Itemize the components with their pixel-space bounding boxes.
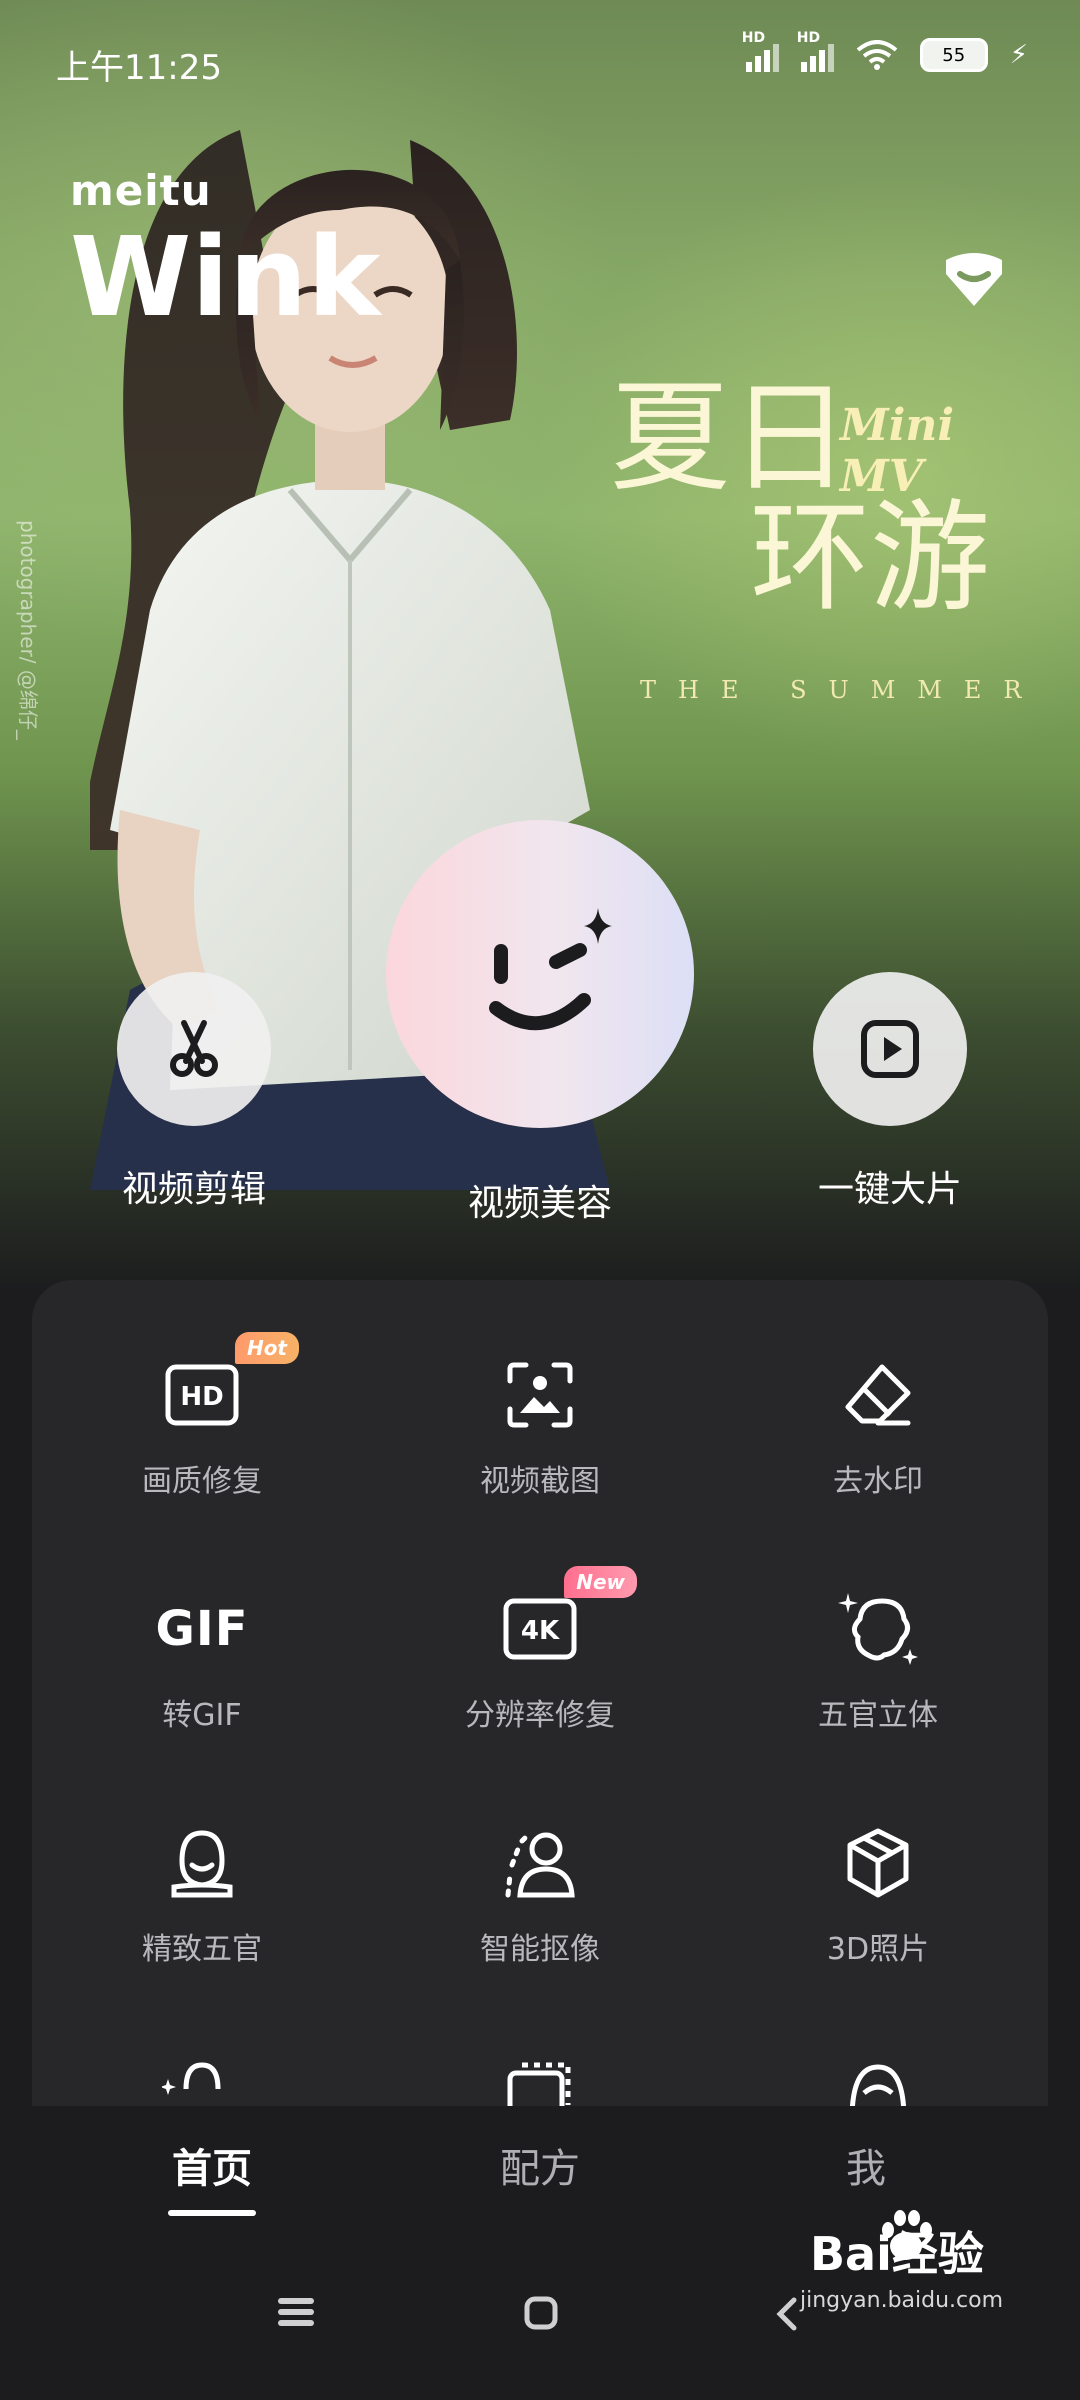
tab-recipes[interactable]: 配方 xyxy=(440,2136,640,2194)
signal-icon: HD xyxy=(797,30,834,72)
signal-icon: HD xyxy=(742,30,779,72)
face-contour-icon xyxy=(833,1584,923,1674)
gif-icon: GIF xyxy=(155,1584,249,1674)
tool-3d-photo[interactable]: 3D照片 xyxy=(748,1818,1008,1968)
charging-icon: ⚡ xyxy=(1009,40,1028,70)
tab-home[interactable]: 首页 xyxy=(112,2136,312,2194)
battery-icon: 55 xyxy=(919,38,988,72)
watermark-text: Bai经验 xyxy=(810,2227,984,2281)
hero-banner[interactable]: 上午11:25 HD HD 55 ⚡ meitu Wink 夏日 Mini MV… xyxy=(0,0,1080,1290)
tool-label: 分辨率修复 xyxy=(465,1698,615,1733)
watermark-url: jingyan.baidu.com xyxy=(800,2288,1004,2313)
status-bar: 上午11:25 HD HD 55 ⚡ xyxy=(0,0,1080,120)
photographer-credit: photographer/ @绵仔_ xyxy=(16,520,40,740)
screenshot-icon xyxy=(495,1350,585,1440)
logo-meitu: meitu xyxy=(70,166,212,215)
tool-label: 去水印 xyxy=(833,1464,923,1499)
promo-title: 夏日 Mini MV 环游 THE SUMMER xyxy=(610,340,1050,720)
promo-line2: 环游 xyxy=(750,489,990,628)
wink-face-icon xyxy=(489,908,612,1031)
wifi-icon xyxy=(856,40,898,70)
menu-nav-button[interactable] xyxy=(278,2296,314,2328)
video-edit-button[interactable]: 视频剪辑 xyxy=(96,972,292,1212)
hot-badge: Hot xyxy=(234,1332,299,1364)
tool-resolution-repair[interactable]: 4K New 分辨率修复 xyxy=(410,1566,670,1734)
tool-refine-features[interactable]: 精致五官 xyxy=(72,1818,332,1968)
tab-me[interactable]: 我 xyxy=(766,2136,966,2194)
hd-label: HD xyxy=(741,30,766,46)
tool-watermark-removal[interactable]: 去水印 xyxy=(748,1350,1008,1500)
tool-label: 转GIF xyxy=(162,1698,242,1733)
play-icon xyxy=(861,1020,919,1078)
video-beauty-button[interactable]: 视频美容 xyxy=(386,820,694,1226)
gif-icon-text: GIF xyxy=(155,1601,249,1657)
one-click-film-button[interactable]: 一键大片 xyxy=(792,972,988,1212)
tool-label: 画质修复 xyxy=(142,1464,262,1499)
tool-quality-repair[interactable]: HD Hot 画质修复 xyxy=(72,1332,332,1500)
tool-label: 3D照片 xyxy=(826,1932,930,1967)
one-click-film-circle[interactable] xyxy=(813,972,967,1126)
video-beauty-circle[interactable] xyxy=(386,820,694,1128)
tool-to-gif[interactable]: GIF 转GIF xyxy=(72,1584,332,1734)
tool-label: 智能抠像 xyxy=(480,1932,600,1967)
app-logo: meitu Wink xyxy=(70,166,381,341)
status-icons: HD HD 55 ⚡ xyxy=(742,30,1028,72)
promo-english: THE SUMMER xyxy=(640,676,1044,704)
baidu-watermark: Bai经验 jingyan.baidu.com xyxy=(780,2208,1040,2328)
home-nav-button[interactable] xyxy=(524,2296,558,2330)
vip-diamond-icon[interactable] xyxy=(938,250,1010,314)
portrait-cutout-icon xyxy=(495,1818,585,1908)
tool-label: 视频截图 xyxy=(480,1464,600,1499)
eraser-icon xyxy=(833,1350,923,1440)
active-tab-indicator xyxy=(168,2210,256,2216)
tool-smart-cutout[interactable]: 智能抠像 xyxy=(410,1818,670,1968)
tool-video-screenshot[interactable]: 视频截图 xyxy=(410,1350,670,1500)
video-edit-circle[interactable] xyxy=(117,972,271,1126)
tool-face-3d[interactable]: 五官立体 xyxy=(748,1584,1008,1734)
new-badge: New xyxy=(564,1566,637,1598)
menu-icon xyxy=(278,2298,314,2326)
4k-icon: 4K New xyxy=(495,1566,637,1674)
hd-icon: HD Hot xyxy=(157,1332,299,1440)
logo-wink: Wink xyxy=(70,213,381,341)
video-edit-label: 视频剪辑 xyxy=(121,1169,266,1210)
tools-panel: HD Hot 画质修复 视频截图 去水印 GIF 转GIF 4K New 分辨率… xyxy=(32,1280,1048,2120)
scissors-icon xyxy=(170,1020,218,1077)
tool-label: 精致五官 xyxy=(142,1932,262,1967)
tool-label: 五官立体 xyxy=(818,1698,938,1733)
cube-icon xyxy=(833,1818,923,1908)
video-beauty-label: 视频美容 xyxy=(467,1183,612,1224)
svg-text:HD: HD xyxy=(180,1382,223,1412)
home-square-icon xyxy=(524,2296,558,2330)
hd-label: HD xyxy=(796,30,821,46)
one-click-film-label: 一键大片 xyxy=(817,1169,962,1210)
svg-text:4K: 4K xyxy=(521,1616,560,1646)
status-time: 上午11:25 xyxy=(56,48,222,88)
face-refine-icon xyxy=(157,1818,247,1908)
